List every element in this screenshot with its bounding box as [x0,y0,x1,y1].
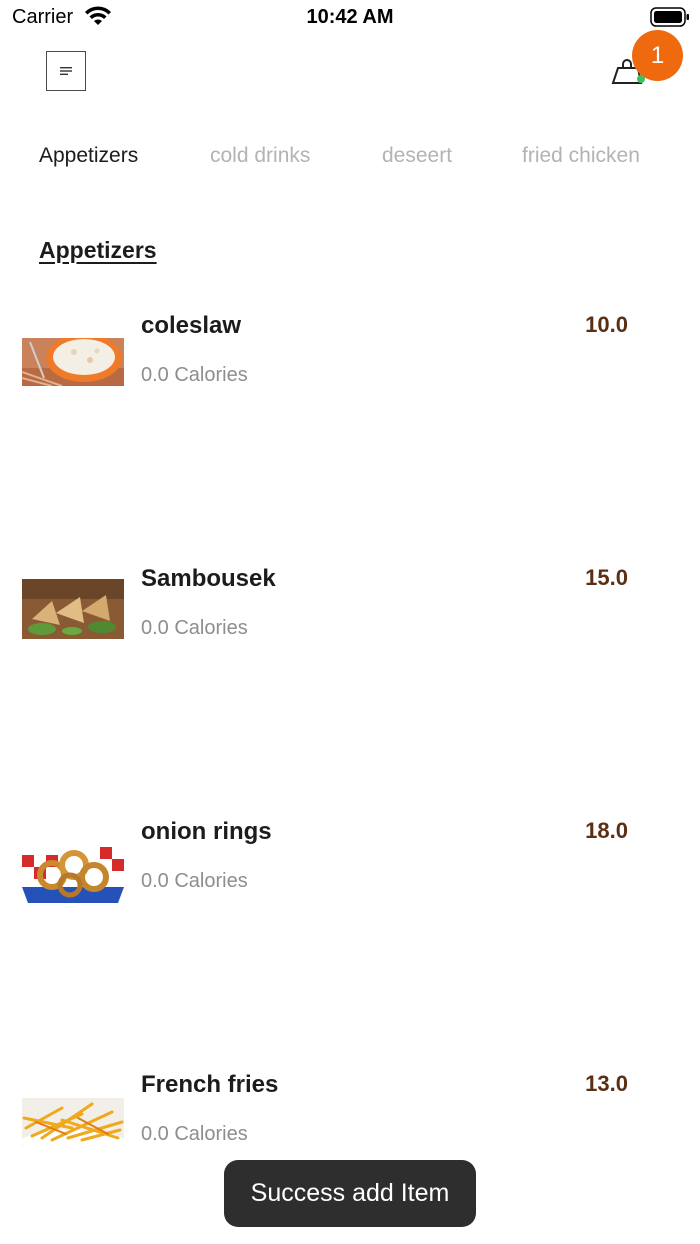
menu-item-coleslaw[interactable]: coleslaw 0.0 Calories 10.0 [0,312,700,462]
item-image-sambousek [22,579,124,647]
menu-lines-icon [60,67,72,75]
category-tabs: Appetizers cold drinks deseert fried chi… [0,144,700,176]
item-image-coleslaw [22,338,124,386]
item-calories: 0.0 Calories [141,617,248,639]
section-title: Appetizers [39,237,157,263]
item-price: 13.0 [585,1071,628,1096]
status-time: 10:42 AM [306,6,394,28]
menu-item-onion-rings[interactable]: onion rings 0.0 Calories 18.0 [0,818,700,968]
item-price: 18.0 [585,818,628,843]
cart-count: 1 [650,41,665,69]
toast-message: Success add Item [250,1179,450,1207]
tab-cold-drinks[interactable]: cold drinks [210,144,310,168]
item-calories: 0.0 Calories [141,1123,248,1145]
item-name: onion rings [141,818,272,845]
item-calories: 0.0 Calories [141,364,248,386]
cart-status-dot [637,75,645,83]
menu-screen: Carrier 10:42 AM 1 Appetizers cold drink [0,0,700,1244]
item-image-onion-rings [22,835,124,903]
success-toast: Success add Item [224,1160,476,1227]
item-price: 10.0 [585,312,628,337]
cart-count-badge[interactable]: 1 [632,30,683,81]
tab-appetizers[interactable]: Appetizers [39,144,138,168]
item-price: 15.0 [585,565,628,590]
item-calories: 0.0 Calories [141,870,248,892]
tab-deseert[interactable]: deseert [382,144,452,168]
item-name: coleslaw [141,312,242,339]
tab-fried-chicken[interactable]: fried chicken [522,144,640,168]
menu-item-sambousek[interactable]: Sambousek 0.0 Calories 15.0 [0,565,700,715]
item-image-french-fries [22,1098,124,1146]
item-name: Sambousek [141,565,276,592]
item-name: French fries [141,1071,279,1098]
menu-button[interactable] [46,51,86,91]
status-bar: Carrier 10:42 AM [0,0,700,36]
battery-icon [650,7,689,27]
